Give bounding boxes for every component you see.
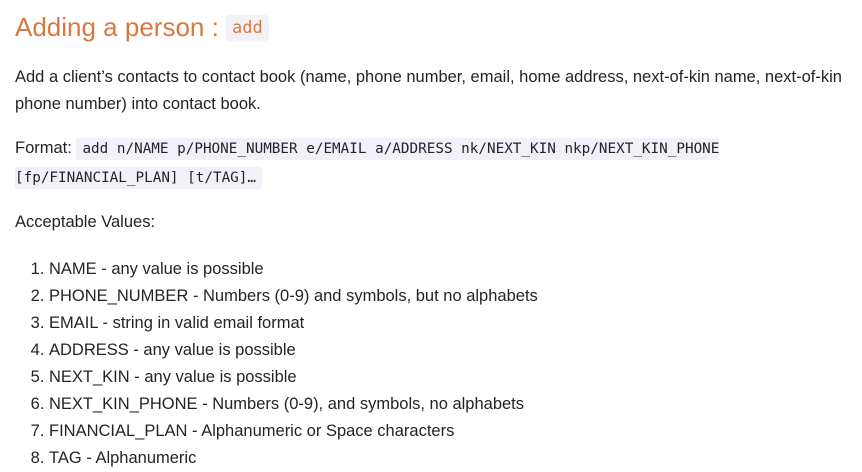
section-title-text: Adding a person : (15, 12, 219, 42)
list-item: PHONE_NUMBER - Numbers (0-9) and symbols… (49, 283, 862, 310)
acceptable-values-list: NAME - any value is possible PHONE_NUMBE… (15, 256, 862, 472)
list-item: TAG - Alphanumeric (49, 445, 862, 472)
acceptable-values-label: Acceptable Values: (15, 213, 156, 231)
intro-paragraph: Add a client’s contacts to contact book … (15, 68, 842, 113)
format-paragraph: Format: add n/NAME p/PHONE_NUMBER e/EMAI… (15, 134, 845, 192)
command-code: add (226, 15, 269, 41)
list-item: NEXT_KIN_PHONE - Numbers (0-9), and symb… (49, 391, 862, 418)
document-page: Adding a person : add Add a client’s con… (0, 0, 862, 471)
list-item: ADDRESS - any value is possible (49, 337, 862, 364)
section-heading: Adding a person : add (15, 0, 862, 45)
list-item: EMAIL - string in valid email format (49, 310, 862, 337)
format-code: add n/NAME p/PHONE_NUMBER e/EMAIL a/ADDR… (15, 138, 720, 189)
list-item: FINANCIAL_PLAN - Alphanumeric or Space c… (49, 418, 862, 445)
list-item: NEXT_KIN - any value is possible (49, 364, 862, 391)
format-label: Format: (15, 139, 72, 157)
list-item: NAME - any value is possible (49, 256, 862, 283)
